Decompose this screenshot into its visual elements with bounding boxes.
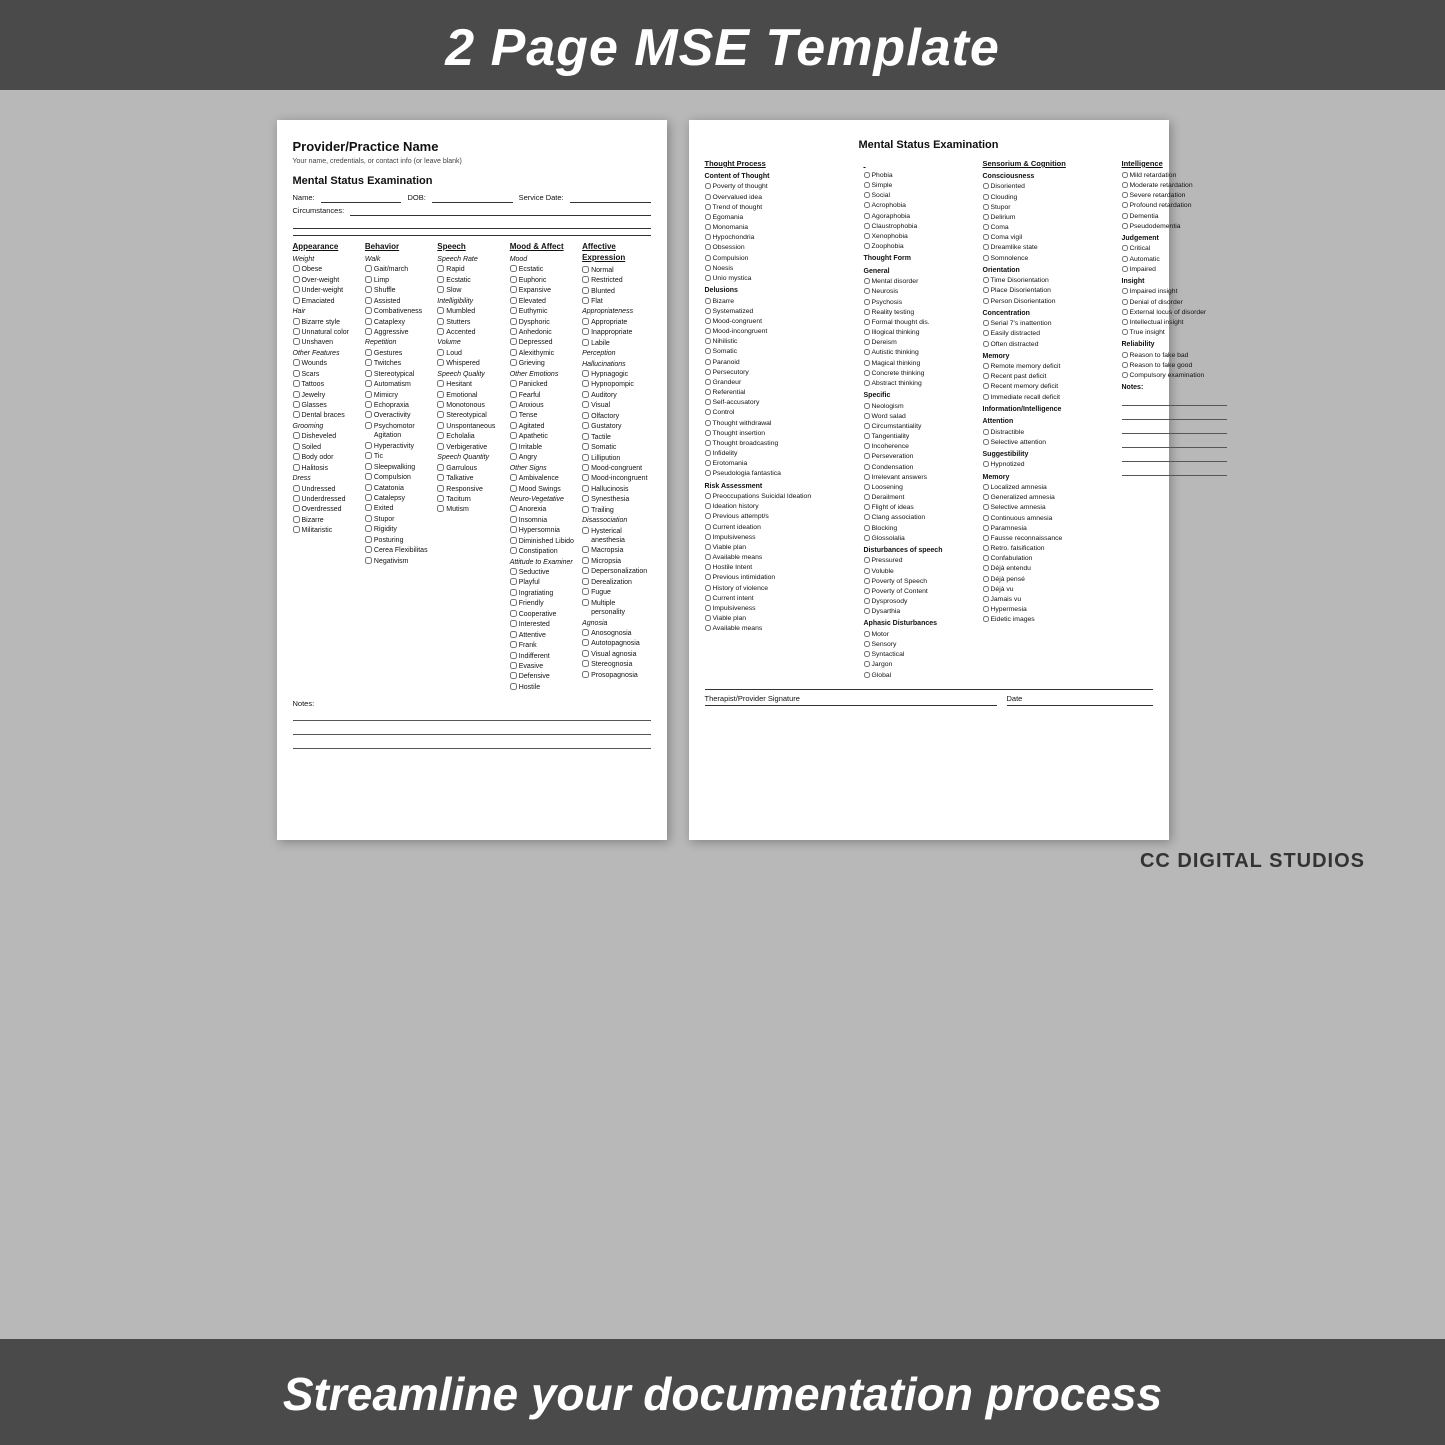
notes-section: Notes: xyxy=(293,699,651,749)
affective-header: Affective Expression xyxy=(582,242,650,264)
right-notes-line6[interactable] xyxy=(1122,464,1227,476)
bottom-banner: Streamline your documentation process xyxy=(0,1339,1445,1445)
page-right: Mental Status Examination Thought Proces… xyxy=(689,120,1169,840)
appearance-col: Appearance Weight Obese Over-weight Unde… xyxy=(293,242,361,693)
circumstances-label: Circumstances: xyxy=(293,206,345,216)
main-title: 2 Page MSE Template xyxy=(0,18,1445,78)
thought-process-header: Thought Process xyxy=(705,159,860,169)
notes-label: Notes: xyxy=(293,699,651,709)
dob-label: DOB: xyxy=(407,193,425,203)
practice-name: Provider/Practice Name xyxy=(293,138,651,156)
intelligence-header: Intelligence xyxy=(1122,159,1227,169)
circumstances-line2[interactable] xyxy=(293,219,651,229)
sensorium-header: Sensorium & Cognition xyxy=(983,159,1118,169)
right-notes-line4[interactable] xyxy=(1122,436,1227,448)
dob-field[interactable] xyxy=(432,193,513,203)
right-notes-line5[interactable] xyxy=(1122,450,1227,462)
behavior-col: Behavior Walk Gait/march Limp Shuffle As… xyxy=(365,242,433,693)
mood-col: Mood & Affect Mood Ecstatic Euphoric Exp… xyxy=(510,242,578,693)
right-notes-line2[interactable] xyxy=(1122,408,1227,420)
date-field[interactable]: Date xyxy=(1007,694,1153,706)
practice-sub: Your name, credentials, or contact info … xyxy=(293,157,651,166)
name-row: Name: DOB: Service Date: xyxy=(293,193,651,203)
right-main-grid: Thought Process Content of Thought Pover… xyxy=(705,159,1153,681)
mood-header: Mood & Affect xyxy=(510,242,578,253)
name-label: Name: xyxy=(293,193,315,203)
cb-obese: Obese xyxy=(293,265,361,274)
divider1 xyxy=(293,235,651,236)
intelligence-col: Intelligence Mild retardation Moderate r… xyxy=(1122,159,1227,681)
service-date-field[interactable] xyxy=(570,193,651,203)
circumstances-row: Circumstances: xyxy=(293,206,651,216)
top-banner: 2 Page MSE Template xyxy=(0,0,1445,90)
mse-title-left: Mental Status Examination xyxy=(293,174,651,189)
bottom-title: Streamline your documentation process xyxy=(0,1367,1445,1421)
signature-label: Therapist/Provider Signature xyxy=(705,694,800,703)
page-left: Provider/Practice Name Your name, creden… xyxy=(277,120,667,840)
signature-field[interactable]: Therapist/Provider Signature xyxy=(705,694,997,706)
notes-line2[interactable] xyxy=(293,723,651,735)
name-field[interactable] xyxy=(321,193,402,203)
right-notes-line3[interactable] xyxy=(1122,422,1227,434)
speech-col: Speech Speech Rate Rapid Ecstatic Slow I… xyxy=(437,242,505,693)
date-label: Date xyxy=(1007,694,1023,703)
circumstances-field[interactable] xyxy=(350,206,650,216)
main-content: Provider/Practice Name Your name, creden… xyxy=(0,90,1445,1339)
affective-col: Affective Expression Normal Restricted B… xyxy=(582,242,650,693)
weight-sub: Weight xyxy=(293,255,361,264)
right-notes-line1[interactable] xyxy=(1122,394,1227,406)
signature-row: Therapist/Provider Signature Date xyxy=(705,689,1153,706)
sensorium-col: Sensorium & Cognition Consciousness Diso… xyxy=(983,159,1118,681)
behavior-header: Behavior xyxy=(365,242,433,253)
appearance-header: Appearance xyxy=(293,242,361,253)
speech-header: Speech xyxy=(437,242,505,253)
thought-process-col: Thought Process Content of Thought Pover… xyxy=(705,159,860,681)
notes-line1[interactable] xyxy=(293,709,651,721)
thought-form-col: Phobia Simple Social Acrophobia Agorapho… xyxy=(864,159,979,681)
notes-line3[interactable] xyxy=(293,737,651,749)
mse-title-right: Mental Status Examination xyxy=(705,138,1153,153)
service-date-label: Service Date: xyxy=(519,193,564,203)
pages-wrapper: Provider/Practice Name Your name, creden… xyxy=(277,120,1169,840)
cc-credit: CC DIGITAL STUDIOS xyxy=(20,850,1425,873)
